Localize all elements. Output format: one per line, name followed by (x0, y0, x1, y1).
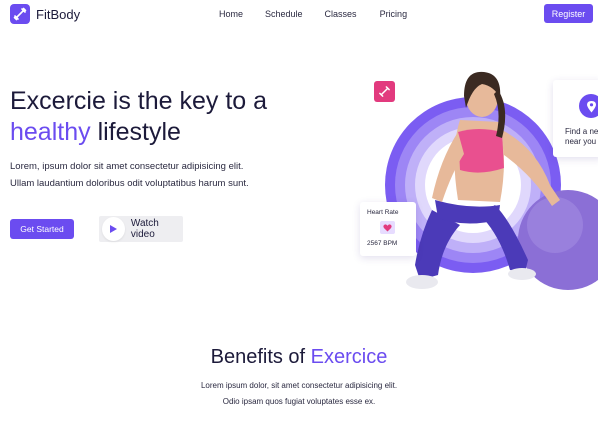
hero-title-part1: Excercie is the key to a (10, 87, 268, 115)
hero-title-accent: healthy (10, 118, 91, 146)
location-pin-icon (579, 94, 598, 118)
benefits-title-part1: Benefits of (210, 346, 311, 368)
register-button[interactable]: Register (544, 4, 593, 23)
nav-home[interactable]: Home (219, 9, 243, 19)
nav-pricing[interactable]: Pricing (380, 9, 408, 19)
play-icon (102, 217, 125, 241)
nav-schedule[interactable]: Schedule (265, 9, 303, 19)
hero-desc-line2: Ullam laudantium doloribus odit voluptat… (10, 178, 249, 189)
hero-title: Excercie is the key to a healthy lifestyl… (10, 86, 300, 148)
benefits-desc-line1: Lorem ipsum dolor, sit amet consectetur … (200, 381, 398, 390)
benefits-desc-line2: Odio ipsam quos fugiat voluptates esse e… (222, 397, 376, 406)
heart-icon (380, 221, 395, 234)
find-card-line1: Find a new (565, 127, 598, 136)
heart-rate-card: Heart Rate 2567 BPM (360, 202, 416, 256)
benefits-description: Lorem ipsum dolor, sit amet consectetur … (0, 378, 598, 410)
heart-rate-value: 2567 BPM (367, 240, 398, 247)
brand-logo[interactable]: FitBody (10, 4, 80, 24)
find-gym-card[interactable]: Find a newnear you (553, 80, 598, 157)
find-card-text: Find a newnear you (565, 127, 598, 147)
hero-desc-line1: Lorem, ipsum dolor sit amet consectetur … (10, 161, 244, 172)
brand-name: FitBody (36, 6, 81, 22)
watch-video-button[interactable]: Watch video (99, 216, 183, 242)
hero-title-part2: lifestyle (90, 118, 181, 146)
heart-rate-title: Heart Rate (367, 209, 399, 216)
get-started-button[interactable]: Get Started (10, 219, 74, 239)
dumbbell-badge-icon (374, 81, 395, 102)
nav-classes[interactable]: Classes (325, 9, 357, 19)
find-card-line2: near you (565, 137, 597, 146)
hero-description: Lorem, ipsum dolor sit amet consectetur … (10, 158, 290, 192)
main-nav: Home Schedule Classes Pricing (219, 9, 407, 19)
benefits-title: Benefits of Exercice (0, 346, 598, 369)
watch-video-label: Watch video (130, 218, 159, 240)
benefits-title-accent: Exercice (310, 346, 388, 368)
dumbbell-icon (10, 4, 30, 24)
